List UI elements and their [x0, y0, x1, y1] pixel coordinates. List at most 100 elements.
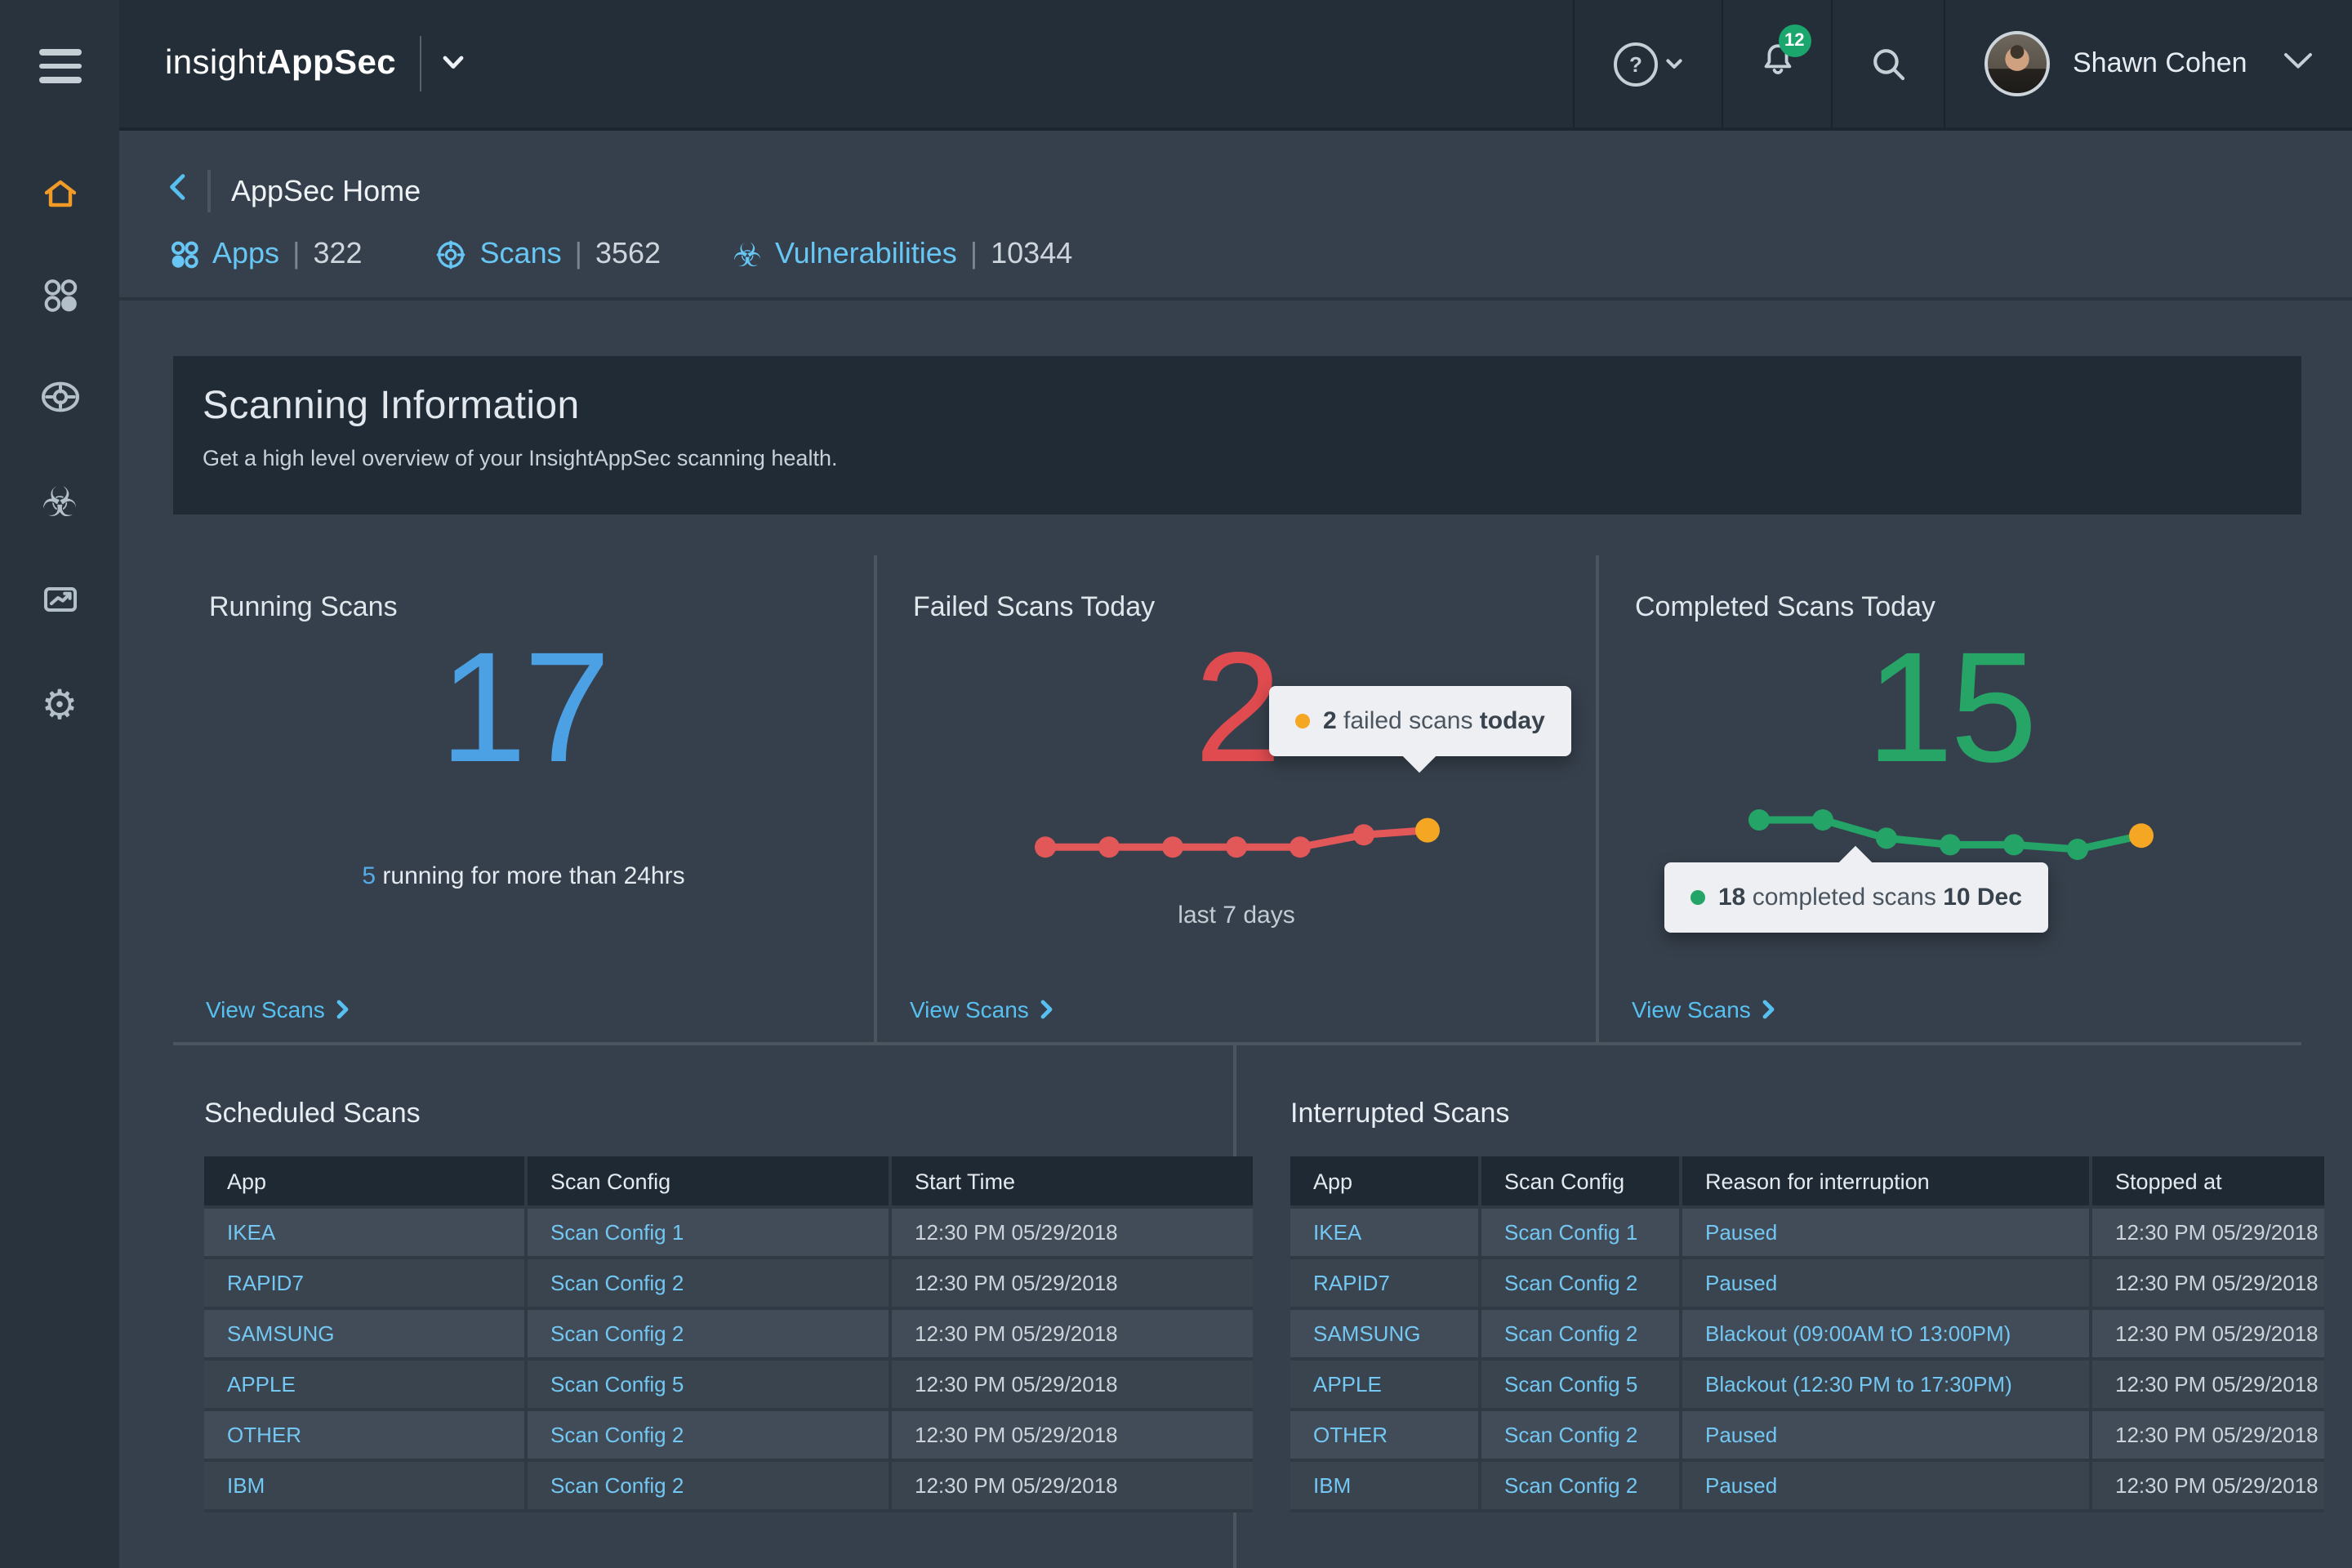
stat-value: 3562 [595, 237, 661, 271]
green-dot-icon [1690, 890, 1705, 905]
orange-dot-icon [1295, 714, 1310, 728]
breadcrumb: AppSec Home [168, 170, 2352, 212]
table-link-cell[interactable]: Scan Config 2 [526, 1410, 890, 1460]
stat-value: 10344 [991, 237, 1072, 271]
table-link-cell[interactable]: Scan Config 1 [526, 1207, 890, 1258]
table-link-cell[interactable]: Scan Config 2 [526, 1460, 890, 1511]
table-cell: 12:30 PM 05/29/2018 [890, 1308, 1253, 1359]
table-row: OTHERScan Config 212:30 PM 05/29/2018 [204, 1410, 1253, 1460]
table-cell: 12:30 PM 05/29/2018 [890, 1410, 1253, 1460]
apps-grid-icon [170, 239, 199, 269]
apps-grid-icon [42, 278, 78, 322]
table-cell: 12:30 PM 05/29/2018 [2091, 1207, 2324, 1258]
biohazard-icon: ☣ [733, 238, 762, 270]
table-link-cell[interactable]: Paused [1681, 1410, 2091, 1460]
back-chevron-icon[interactable] [168, 173, 186, 209]
sidebar-item-apps[interactable] [37, 278, 82, 321]
table-link-cell[interactable]: Scan Config 2 [1480, 1308, 1681, 1359]
avatar [1984, 31, 2050, 96]
table-link-cell[interactable]: Scan Config 1 [1480, 1207, 1681, 1258]
product-logo[interactable]: insightAppSec [165, 36, 463, 91]
table-link-cell[interactable]: Blackout (12:30 PM to 17:30PM) [1681, 1359, 2091, 1410]
stat-separator: | [970, 237, 978, 271]
banner-title: Scanning Information [203, 384, 2301, 430]
stat-separator: | [292, 237, 300, 271]
table-link-cell[interactable]: SAMSUNG [1290, 1308, 1480, 1359]
table-link-cell[interactable]: APPLE [204, 1359, 526, 1410]
completed-scans-tooltip: 18 completed scans 10 Dec [1664, 862, 2048, 933]
home-icon [40, 175, 79, 222]
banner-subtitle: Get a high level overview of your Insigh… [203, 446, 2301, 470]
sidebar-item-settings[interactable]: ⚙ [37, 684, 82, 726]
help-button[interactable]: ? [1573, 0, 1722, 127]
view-scans-link[interactable]: View Scans [1632, 996, 1775, 1022]
table-link-cell[interactable]: IBM [1290, 1460, 1480, 1511]
chevron-right-icon [1040, 1000, 1054, 1019]
view-scans-link[interactable]: View Scans [206, 996, 350, 1022]
column-header: Scan Config [1480, 1156, 1681, 1207]
hamburger-menu-icon[interactable] [38, 49, 81, 82]
sidebar-item-scans[interactable] [37, 380, 82, 422]
table-link-cell[interactable]: Scan Config 2 [1480, 1410, 1681, 1460]
table-link-cell[interactable]: Scan Config 2 [526, 1308, 890, 1359]
chevron-right-icon [336, 1000, 350, 1019]
biohazard-icon: ☣ [42, 482, 78, 523]
scan-tables: Scheduled Scans AppScan ConfigStart Time… [173, 1045, 2301, 1568]
table-link-cell[interactable]: Paused [1681, 1460, 2091, 1511]
stat-separator: | [575, 237, 582, 271]
table-link-cell[interactable]: IBM [204, 1460, 526, 1511]
help-icon: ? [1614, 42, 1658, 86]
help-chevron-icon [1666, 58, 1682, 69]
table-link-cell[interactable]: IKEA [204, 1207, 526, 1258]
table-link-cell[interactable]: Scan Config 5 [526, 1359, 890, 1410]
table-link-cell[interactable]: Scan Config 2 [1480, 1460, 1681, 1511]
table-link-cell[interactable]: Blackout (09:00AM tO 13:00PM) [1681, 1308, 2091, 1359]
scheduled-scans-section: Scheduled Scans AppScan ConfigStart Time… [173, 1045, 1236, 1568]
table-link-cell[interactable]: RAPID7 [1290, 1258, 1480, 1308]
tooltip-text: 18 completed scans 10 Dec [1718, 884, 2022, 911]
notifications-button[interactable]: 12 [1722, 0, 1831, 127]
table-row: RAPID7Scan Config 2Paused12:30 PM 05/29/… [1290, 1258, 2324, 1308]
stat-vulnerabilities-link[interactable]: ☣ Vulnerabilities | 10344 [733, 237, 1072, 271]
sidebar-item-vulnerabilities[interactable]: ☣ [37, 481, 82, 523]
column-header: Reason for interruption [1681, 1156, 2091, 1207]
sidebar-item-reports[interactable] [37, 582, 82, 625]
tooltip-text: 2 failed scans today [1323, 707, 1545, 735]
table-link-cell[interactable]: Scan Config 5 [1480, 1359, 1681, 1410]
stat-scans-link[interactable]: Scans | 3562 [434, 237, 662, 271]
card-title: Completed Scans Today [1635, 591, 2301, 624]
trend-chart-icon [40, 580, 79, 627]
table-link-cell[interactable]: Scan Config 2 [526, 1258, 890, 1308]
topbar-actions: ? 12 Shawn Cohen [1573, 0, 2352, 127]
notification-count-badge: 12 [1778, 24, 1811, 56]
gear-icon: ⚙ [42, 684, 78, 725]
user-menu[interactable]: Shawn Cohen [1944, 0, 2352, 127]
table-link-cell[interactable]: OTHER [204, 1410, 526, 1460]
table-link-cell[interactable]: Paused [1681, 1258, 2091, 1308]
table-cell: 12:30 PM 05/29/2018 [2091, 1359, 2324, 1410]
column-header: Start Time [890, 1156, 1253, 1207]
stat-value: 322 [313, 237, 362, 271]
table-link-cell[interactable]: SAMSUNG [204, 1308, 526, 1359]
running-scans-count: 17 [173, 630, 874, 787]
stat-apps-link[interactable]: Apps | 322 [170, 237, 363, 271]
sidebar-item-home[interactable] [37, 177, 82, 220]
table-link-cell[interactable]: IKEA [1290, 1207, 1480, 1258]
table-link-cell[interactable]: Scan Config 2 [1480, 1258, 1681, 1308]
table-row: IBMScan Config 212:30 PM 05/29/2018 [204, 1460, 1253, 1511]
scheduled-scans-table: AppScan ConfigStart TimeIKEAScan Config … [204, 1156, 1253, 1512]
table-link-cell[interactable]: RAPID7 [204, 1258, 526, 1308]
table-link-cell[interactable]: APPLE [1290, 1359, 1480, 1410]
main-content: Scanning Information Get a high level ov… [119, 301, 2352, 1568]
column-header: Stopped at [2091, 1156, 2324, 1207]
search-button[interactable] [1831, 0, 1944, 127]
table-link-cell[interactable]: Paused [1681, 1207, 2091, 1258]
topbar: insightAppSec ? 12 [119, 0, 2352, 131]
completed-scans-count: 15 [1599, 630, 2301, 787]
logo-divider [419, 36, 421, 91]
failed-scans-sparkline [1024, 797, 1449, 879]
table-link-cell[interactable]: OTHER [1290, 1410, 1480, 1460]
summary-stats: Apps | 322 Scans | 3562 ☣ Vulnerabilitie… [170, 237, 2352, 271]
view-scans-link[interactable]: View Scans [910, 996, 1054, 1022]
product-switcher-chevron-icon[interactable] [442, 49, 463, 78]
